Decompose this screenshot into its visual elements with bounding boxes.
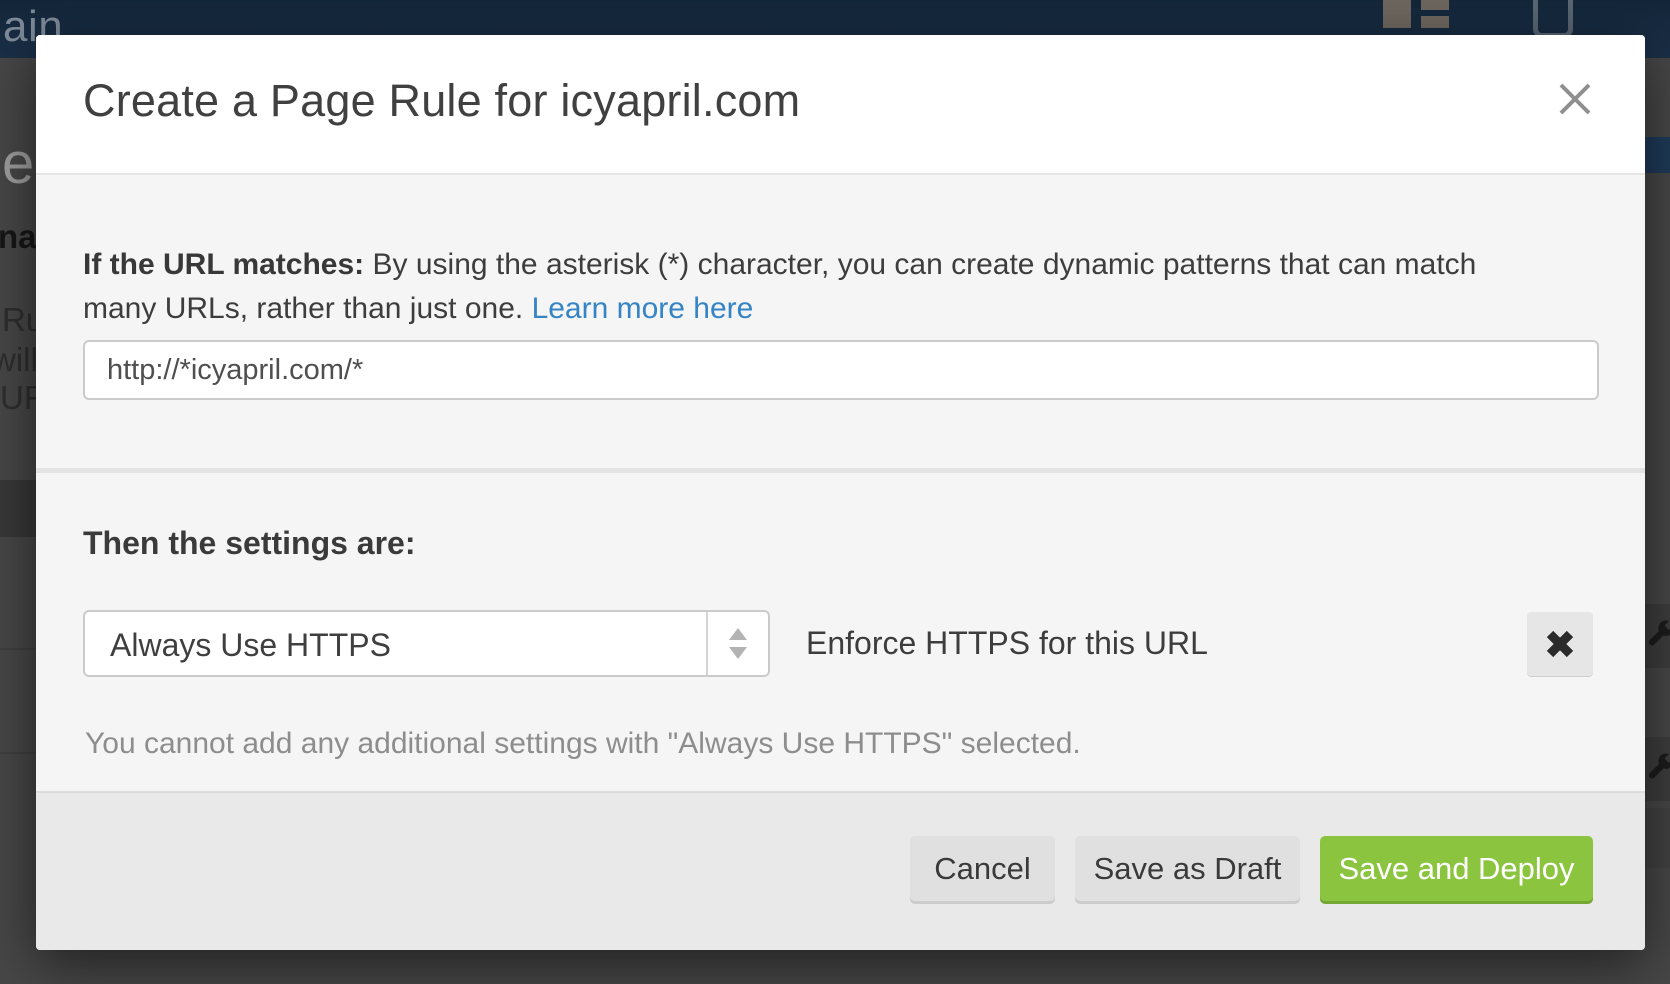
page-rule-modal: Create a Page Rule for icyapril.com If t…: [36, 35, 1645, 950]
setting-select[interactable]: Always Use HTTPS: [83, 610, 770, 677]
screenshot-root: ain. e nav Ru will UR: [0, 0, 1670, 984]
close-icon: [1553, 77, 1597, 121]
setting-description: Enforce HTTPS for this URL: [806, 625, 1208, 662]
save-as-draft-button[interactable]: Save as Draft: [1075, 836, 1300, 901]
settings-heading: Then the settings are:: [83, 525, 416, 562]
cancel-button[interactable]: Cancel: [910, 836, 1055, 901]
wrench-icon: [1647, 753, 1670, 783]
background-right-strip: [1645, 58, 1670, 984]
save-and-deploy-button[interactable]: Save and Deploy: [1320, 836, 1593, 901]
background-text-fragment: UR: [0, 379, 36, 417]
url-match-label: If the URL matches:: [83, 248, 364, 281]
layout-grid-icon: [1383, 0, 1455, 30]
background-row-divider: [0, 648, 36, 650]
modal-title: Create a Page Rule for icyapril.com: [83, 75, 800, 127]
close-button[interactable]: [1553, 77, 1597, 121]
background-text-fragment: nav: [0, 218, 36, 256]
wrench-icon: [1647, 620, 1670, 650]
setting-helper-text: You cannot add any additional settings w…: [85, 727, 1081, 761]
layout-grid-icon-bar: [1421, 0, 1449, 10]
setting-select-value: Always Use HTTPS: [110, 627, 391, 664]
background-row-action-fragment: [1645, 604, 1670, 668]
modal-footer: Cancel Save as Draft Save and Deploy: [36, 791, 1645, 950]
panel-outline-icon: [1533, 0, 1573, 38]
remove-setting-button[interactable]: [1527, 612, 1593, 676]
modal-header: Create a Page Rule for icyapril.com: [36, 35, 1645, 175]
background-row-fragment: [1645, 808, 1670, 868]
background-left-strip: e nav Ru will UR: [0, 58, 36, 984]
url-pattern-input[interactable]: [83, 340, 1599, 400]
background-row-divider: [0, 752, 36, 754]
background-row-action-fragment: [1645, 737, 1670, 801]
background-text-fragment: will: [0, 341, 36, 379]
url-match-description: If the URL matches: By using the asteris…: [83, 243, 1503, 331]
stepper-down-icon: [729, 647, 747, 659]
remove-setting-icon: [1543, 627, 1577, 661]
layout-grid-icon-bar: [1421, 16, 1449, 28]
learn-more-link[interactable]: Learn more here: [532, 292, 754, 325]
background-blue-button-fragment: [1645, 137, 1670, 173]
background-text-fragment: Ru: [2, 301, 36, 339]
background-heading-fragment: e: [2, 130, 34, 197]
modal-body: If the URL matches: By using the asteris…: [36, 175, 1645, 793]
stepper-up-icon: [729, 628, 747, 640]
select-stepper[interactable]: [706, 612, 768, 675]
background-table-header-fragment: [0, 480, 36, 537]
section-divider: [36, 468, 1645, 473]
layout-grid-icon-square: [1383, 0, 1411, 28]
